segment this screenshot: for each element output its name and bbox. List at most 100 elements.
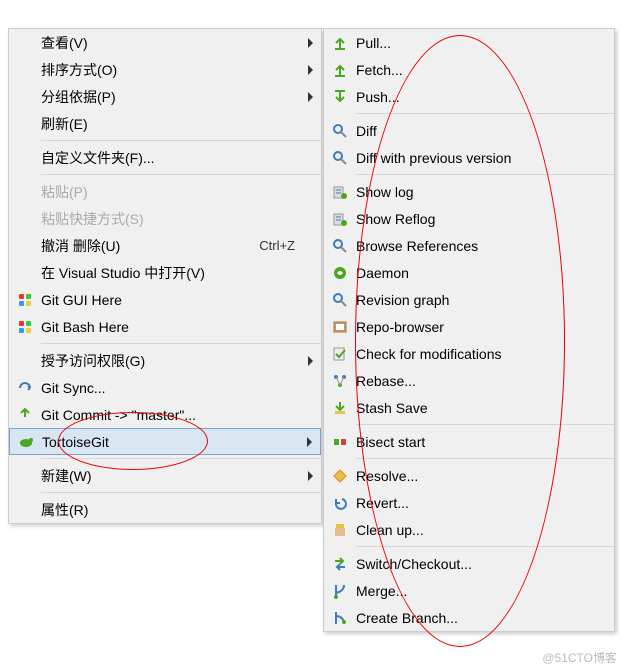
daemon-icon bbox=[324, 260, 356, 286]
menu-item: 粘贴(P) bbox=[9, 178, 321, 205]
menu-item-label: 粘贴(P) bbox=[41, 182, 315, 202]
menu-divider bbox=[356, 424, 614, 425]
icon-placeholder bbox=[9, 111, 41, 137]
menu-item-label: 分组依据(P) bbox=[41, 87, 315, 107]
icon-placeholder bbox=[9, 206, 41, 232]
menu-item-label: 新建(W) bbox=[41, 466, 315, 486]
repo-icon bbox=[324, 314, 356, 340]
menu-item[interactable]: 分组依据(P) bbox=[9, 83, 321, 110]
menu-item-label: 授予访问权限(G) bbox=[41, 351, 315, 371]
icon-placeholder bbox=[9, 30, 41, 56]
stash-icon bbox=[324, 395, 356, 421]
menu-item-label: Show Reflog bbox=[356, 211, 608, 227]
fetch-icon bbox=[324, 57, 356, 83]
icon-placeholder bbox=[9, 463, 41, 489]
menu-item[interactable]: Fetch... bbox=[324, 56, 614, 83]
menu-item-label: Show log bbox=[356, 184, 608, 200]
menu-item: 粘贴快捷方式(S) bbox=[9, 205, 321, 232]
revert-icon bbox=[324, 490, 356, 516]
menu-item[interactable]: Resolve... bbox=[324, 462, 614, 489]
context-menu-right: Pull...Fetch...Push... Diff Diff with prev… bbox=[323, 28, 615, 632]
menu-item[interactable]: Daemon bbox=[324, 259, 614, 286]
menu-item-label: Merge... bbox=[356, 583, 608, 599]
menu-item-label: Bisect start bbox=[356, 434, 608, 450]
menu-item[interactable]: Bisect start bbox=[324, 428, 614, 455]
menu-item[interactable]: Repo-browser bbox=[324, 313, 614, 340]
menu-item-label: Diff bbox=[356, 123, 608, 139]
menu-item[interactable]: Pull... bbox=[324, 29, 614, 56]
submenu-arrow-icon bbox=[308, 65, 313, 75]
cleanup-icon bbox=[324, 517, 356, 543]
menu-item-label: Stash Save bbox=[356, 400, 608, 416]
diff-prev-icon bbox=[324, 145, 356, 171]
menu-item-label: 属性(R) bbox=[41, 500, 315, 520]
submenu-arrow-icon bbox=[308, 356, 313, 366]
menu-item[interactable]: Git Bash Here bbox=[9, 313, 321, 340]
menu-item[interactable]: 刷新(E) bbox=[9, 110, 321, 137]
menu-divider bbox=[356, 174, 614, 175]
menu-item[interactable]: 查看(V) bbox=[9, 29, 321, 56]
icon-placeholder bbox=[9, 145, 41, 171]
menu-item[interactable]: Revert... bbox=[324, 489, 614, 516]
browse-icon bbox=[324, 233, 356, 259]
menu-item[interactable]: Rebase... bbox=[324, 367, 614, 394]
commit-icon bbox=[9, 402, 41, 428]
menu-item-label: Git Commit -> "master"... bbox=[41, 407, 315, 423]
git-bash-icon bbox=[9, 314, 41, 340]
merge-icon bbox=[324, 578, 356, 604]
menu-item[interactable]: Revision graph bbox=[324, 286, 614, 313]
menu-item[interactable]: Show Reflog bbox=[324, 205, 614, 232]
menu-item[interactable]: Check for modifications bbox=[324, 340, 614, 367]
menu-item-label: Git Bash Here bbox=[41, 319, 315, 335]
menu-item[interactable]: Git Commit -> "master"... bbox=[9, 401, 321, 428]
menu-divider bbox=[41, 174, 321, 175]
menu-item[interactable]: Browse References bbox=[324, 232, 614, 259]
menu-item[interactable]: Switch/Checkout... bbox=[324, 550, 614, 577]
menu-divider bbox=[41, 343, 321, 344]
git-gui-icon bbox=[9, 287, 41, 313]
menu-item[interactable]: 在 Visual Studio 中打开(V) bbox=[9, 259, 321, 286]
submenu-arrow-icon bbox=[308, 38, 313, 48]
menu-item[interactable]: Stash Save bbox=[324, 394, 614, 421]
context-menu-left: 查看(V) 排序方式(O) 分组依据(P) 刷新(E) 自定义文件夹(F)... 粘贴(P… bbox=[8, 28, 322, 524]
menu-item-label: Repo-browser bbox=[356, 319, 608, 335]
menu-item[interactable]: 新建(W) bbox=[9, 462, 321, 489]
icon-placeholder bbox=[9, 348, 41, 374]
menu-item[interactable]: 撤消 删除(U)Ctrl+Z bbox=[9, 232, 321, 259]
menu-item[interactable]: TortoiseGit bbox=[9, 428, 321, 455]
icon-placeholder bbox=[9, 179, 41, 205]
menu-item-label: 粘贴快捷方式(S) bbox=[41, 209, 315, 229]
icon-placeholder bbox=[9, 57, 41, 83]
menu-item-label: Clean up... bbox=[356, 522, 608, 538]
menu-item[interactable]: Push... bbox=[324, 83, 614, 110]
menu-divider bbox=[41, 140, 321, 141]
menu-item-label: Browse References bbox=[356, 238, 608, 254]
menu-item-label: TortoiseGit bbox=[42, 434, 314, 450]
bisect-icon bbox=[324, 429, 356, 455]
menu-item-shortcut: Ctrl+Z bbox=[259, 238, 295, 253]
menu-item-label: Resolve... bbox=[356, 468, 608, 484]
menu-item[interactable]: 授予访问权限(G) bbox=[9, 347, 321, 374]
menu-item[interactable]: Create Branch... bbox=[324, 604, 614, 631]
sync-icon bbox=[9, 375, 41, 401]
menu-item[interactable]: Show log bbox=[324, 178, 614, 205]
menu-item-label: Git Sync... bbox=[41, 380, 315, 396]
menu-item-label: 查看(V) bbox=[41, 33, 315, 53]
menu-item[interactable]: Diff bbox=[324, 117, 614, 144]
menu-item-label: Revision graph bbox=[356, 292, 608, 308]
log-icon bbox=[324, 179, 356, 205]
switch-icon bbox=[324, 551, 356, 577]
menu-item[interactable]: 自定义文件夹(F)... bbox=[9, 144, 321, 171]
menu-item[interactable]: Clean up... bbox=[324, 516, 614, 543]
menu-item[interactable]: 排序方式(O) bbox=[9, 56, 321, 83]
push-icon bbox=[324, 84, 356, 110]
menu-item[interactable]: Git Sync... bbox=[9, 374, 321, 401]
menu-item[interactable]: Diff with previous version bbox=[324, 144, 614, 171]
menu-item-label: 撤消 删除(U) bbox=[41, 236, 259, 256]
icon-placeholder bbox=[9, 260, 41, 286]
branch-icon bbox=[324, 605, 356, 631]
menu-item-label: Git GUI Here bbox=[41, 292, 315, 308]
menu-item[interactable]: Merge... bbox=[324, 577, 614, 604]
menu-item[interactable]: Git GUI Here bbox=[9, 286, 321, 313]
menu-item[interactable]: 属性(R) bbox=[9, 496, 321, 523]
